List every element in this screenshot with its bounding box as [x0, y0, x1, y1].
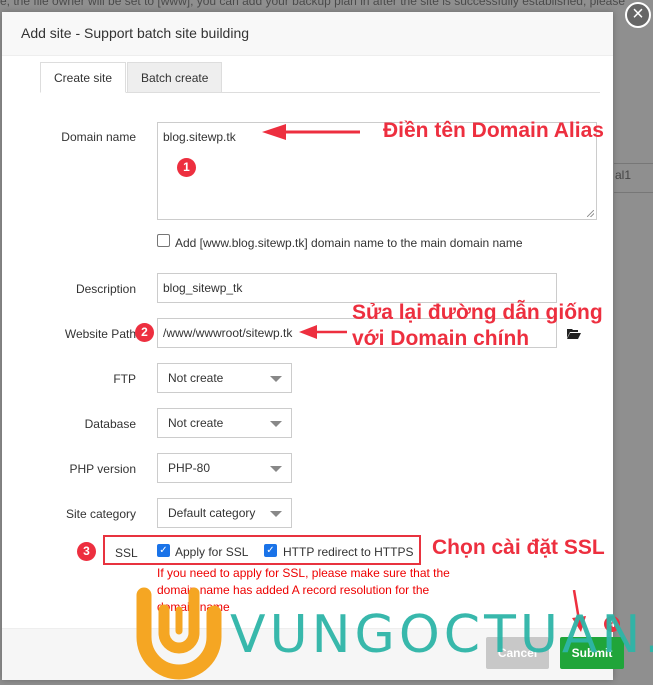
site-category-label: Site category [65, 507, 136, 521]
tab-bar: Create site Batch create [40, 62, 600, 93]
chevron-down-icon [270, 376, 282, 382]
ftp-select[interactable]: Not create [157, 363, 292, 393]
site-category-value: Default category [168, 506, 256, 520]
ftp-value: Not create [168, 371, 224, 385]
step-badge-2: 2 [135, 323, 154, 342]
https-redirect-checkbox[interactable]: ✓ [264, 544, 277, 557]
domain-name-label: Domain name [61, 130, 136, 144]
description-input[interactable]: blog_sitewp_tk [157, 273, 557, 303]
apply-ssl-label: Apply for SSL [175, 545, 249, 559]
site-category-select[interactable]: Default category [157, 498, 292, 528]
dialog-title: Add site - Support batch site building [2, 12, 613, 56]
annotation-note-3: Chọn cài đặt SSL [432, 536, 605, 559]
resize-grip-icon[interactable] [587, 210, 594, 217]
annotation-arrow-2 [299, 325, 347, 339]
database-label: Database [84, 417, 136, 431]
annotation-arrow-1 [262, 124, 360, 140]
apply-ssl-checkbox[interactable]: ✓ [157, 544, 170, 557]
tab-create-site[interactable]: Create site [40, 62, 127, 93]
chevron-down-icon [270, 421, 282, 427]
watermark-text: VUNGOCTUAN.VN [230, 605, 653, 665]
background-page-text: e; the file owner will be set to [www], … [0, 0, 625, 8]
step-badge-1: 1 [177, 158, 196, 177]
php-version-select[interactable]: PHP-80 [157, 453, 292, 483]
database-value: Not create [168, 416, 224, 430]
add-www-checkbox[interactable] [157, 234, 170, 247]
website-path-label: Website Path [64, 327, 136, 341]
ssl-label: SSL [115, 546, 138, 560]
database-select[interactable]: Not create [157, 408, 292, 438]
ftp-label: FTP [113, 372, 136, 386]
php-version-label: PHP version [69, 462, 136, 476]
background-divider [614, 163, 653, 164]
background-table-cell: al1 [615, 168, 632, 182]
step-badge-3: 3 [77, 542, 96, 561]
add-www-label: Add [www.blog.sitewp.tk] domain name to … [175, 236, 523, 250]
chevron-down-icon [270, 466, 282, 472]
background-divider [614, 192, 653, 193]
annotation-note-1: Điền tên Domain Alias [383, 119, 604, 142]
close-icon[interactable]: × [625, 2, 651, 28]
php-version-value: PHP-80 [168, 461, 211, 475]
https-redirect-label: HTTP redirect to HTTPS [283, 545, 414, 559]
annotation-note-2-line-1: Sửa lại đường dẫn giống [352, 301, 603, 324]
annotation-note-2-line-2: với Domain chính [352, 327, 530, 350]
description-label: Description [75, 282, 136, 296]
watermark-logo-icon [136, 587, 222, 680]
annotation-note-2: Sửa lại đường dẫn giống với Domain chính [352, 300, 603, 352]
domain-name-value: blog.sitewp.tk [163, 130, 236, 144]
tab-batch-create[interactable]: Batch create [127, 62, 223, 93]
chevron-down-icon [270, 511, 282, 517]
